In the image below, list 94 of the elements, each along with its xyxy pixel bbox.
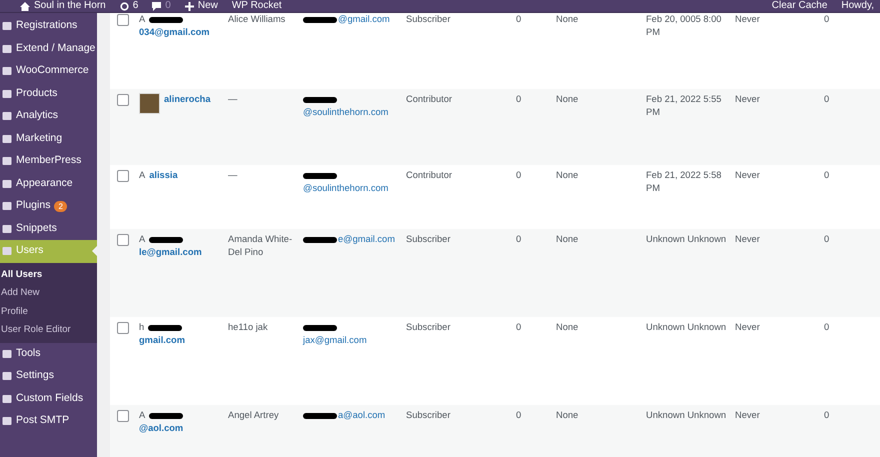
column-7-cell-text: None bbox=[556, 169, 580, 182]
sidebar-item[interactable]: Settings bbox=[0, 365, 97, 388]
column-9-cell-text: Never bbox=[735, 233, 761, 246]
column-6-cell-text: 0 bbox=[516, 233, 522, 246]
sidebar-item[interactable]: Tools bbox=[0, 342, 97, 365]
name-cell-text: — bbox=[228, 169, 238, 182]
column-6-cell-text: 0 bbox=[516, 13, 522, 26]
column-6-cell-text: 0 bbox=[516, 321, 522, 334]
column-7-cell-text: None bbox=[556, 321, 580, 334]
submenu-item[interactable]: Profile bbox=[0, 302, 97, 321]
column-7-cell-text: None bbox=[556, 409, 580, 422]
email-link[interactable]: @gmail.com bbox=[338, 13, 390, 26]
site-name[interactable]: Soul in the Horn bbox=[34, 0, 106, 12]
column-7-cell-text: None bbox=[556, 13, 580, 26]
sidebar-item[interactable]: Extend / Manage bbox=[0, 38, 97, 60]
registered-cell-text: Feb 20, 0005 8:00 PM bbox=[646, 13, 722, 39]
sidebar-item[interactable]: MemberPress bbox=[0, 150, 97, 172]
row-checkbox[interactable] bbox=[117, 234, 129, 246]
home-icon bbox=[20, 2, 30, 10]
column-10-cell-text: 0 bbox=[824, 321, 830, 334]
registered-cell-text: Unknown Unknown bbox=[646, 233, 728, 246]
submenu-item[interactable]: User Role Editor bbox=[0, 321, 97, 340]
name-cell-text: — bbox=[228, 93, 238, 106]
email-link[interactable]: @soulinthehorn.com bbox=[303, 106, 388, 119]
avatar-alt-text: A bbox=[139, 234, 146, 244]
row-checkbox[interactable] bbox=[117, 322, 129, 334]
email-link[interactable]: e@gmail.com bbox=[338, 233, 395, 246]
plus-icon bbox=[184, 2, 194, 10]
clear-cache-button[interactable]: Clear Cache bbox=[772, 0, 828, 12]
registered-cell-text: Unknown Unknown bbox=[646, 321, 728, 334]
row-checkbox[interactable] bbox=[117, 14, 129, 26]
column-6-cell-text: 0 bbox=[516, 409, 522, 422]
sidebar-item[interactable]: Marketing bbox=[0, 128, 97, 150]
column-10-cell-text: 0 bbox=[824, 13, 830, 26]
name-cell-text: Amanda White-Del Pino bbox=[228, 233, 294, 259]
role-cell-text: Subscriber bbox=[406, 13, 452, 26]
sidebar-item[interactable]: Analytics bbox=[0, 105, 97, 128]
registered-cell-text: Feb 21, 2022 5:58 PM bbox=[646, 169, 722, 195]
registered-cell-text: Unknown Unknown bbox=[646, 409, 728, 422]
submenu-item[interactable]: Add New bbox=[0, 284, 97, 302]
username-link[interactable]: 034@gmail.com bbox=[139, 26, 210, 39]
sidebar-item[interactable]: Appearance bbox=[0, 172, 97, 195]
column-7-cell-text: None bbox=[556, 233, 580, 246]
avatar-alt-text: A bbox=[139, 410, 146, 420]
column-10-cell-text: 0 bbox=[824, 93, 830, 106]
update-badge: 2 bbox=[54, 200, 67, 212]
avatar-alt-text: A bbox=[139, 14, 146, 24]
role-cell-text: Contributor bbox=[406, 169, 453, 182]
new-menu[interactable]: New bbox=[198, 0, 218, 12]
username-link[interactable]: alissia bbox=[149, 169, 178, 182]
column-10-cell-text: 0 bbox=[824, 233, 830, 246]
role-cell-text: Subscriber bbox=[406, 321, 452, 334]
registered-cell-text: Feb 21, 2022 5:55 PM bbox=[646, 93, 722, 119]
column-10-cell-text: 0 bbox=[824, 409, 830, 422]
role-cell-text: Subscriber bbox=[406, 409, 452, 422]
column-9-cell-text: Never bbox=[735, 321, 761, 334]
column-6-cell-text: 0 bbox=[516, 93, 522, 106]
email-link[interactable]: a@aol.com bbox=[338, 409, 386, 422]
avatar-alt-text: h bbox=[139, 322, 144, 332]
sidebar-item[interactable]: WooCommerce bbox=[0, 60, 97, 82]
row-checkbox[interactable] bbox=[117, 94, 129, 106]
username-link[interactable]: @aol.com bbox=[139, 422, 184, 435]
row-checkbox[interactable] bbox=[117, 410, 129, 422]
sidebar-item[interactable]: Products bbox=[0, 82, 97, 105]
sidebar-item[interactable]: Custom Fields bbox=[0, 388, 97, 410]
sidebar-item[interactable]: Snippets bbox=[0, 218, 97, 240]
comment-icon bbox=[152, 2, 162, 10]
wp-rocket-menu[interactable]: WP Rocket bbox=[232, 0, 282, 12]
column-9-cell-text: Never bbox=[735, 13, 761, 26]
sidebar-item[interactable]: Plugins 2 bbox=[0, 195, 97, 218]
email-link[interactable]: @soulinthehorn.com bbox=[303, 182, 388, 195]
sidebar-item[interactable]: Registrations bbox=[0, 15, 97, 38]
email-link[interactable]: jax@gmail.com bbox=[303, 334, 367, 347]
name-cell-text: Angel Artrey bbox=[228, 409, 280, 422]
username-link[interactable]: le@gmail.com bbox=[139, 246, 202, 259]
role-cell-text: Subscriber bbox=[406, 233, 452, 246]
avatar-alt-text: A bbox=[139, 170, 146, 180]
username-link[interactable]: gmail.com bbox=[139, 334, 185, 347]
account-greeting[interactable]: Howdy, bbox=[841, 0, 874, 12]
row-checkbox[interactable] bbox=[117, 170, 129, 182]
avatar-photo bbox=[139, 93, 160, 114]
column-7-cell-text: None bbox=[556, 93, 580, 106]
column-9-cell-text: Never bbox=[735, 409, 761, 422]
update-count[interactable]: 6 bbox=[132, 0, 138, 12]
sidebar-item[interactable]: Post SMTP bbox=[0, 410, 97, 432]
username-link[interactable]: alinerocha bbox=[164, 93, 211, 106]
column-10-cell-text: 0 bbox=[824, 169, 830, 182]
name-cell-text: Alice Williams bbox=[228, 13, 286, 26]
column-6-cell-text: 0 bbox=[516, 169, 522, 182]
column-9-cell-text: Never bbox=[735, 169, 761, 182]
role-cell-text: Contributor bbox=[406, 93, 453, 106]
name-cell-text: he11o jak bbox=[228, 321, 269, 334]
column-9-cell-text: Never bbox=[735, 93, 761, 106]
submenu-item[interactable]: All Users bbox=[0, 266, 97, 284]
